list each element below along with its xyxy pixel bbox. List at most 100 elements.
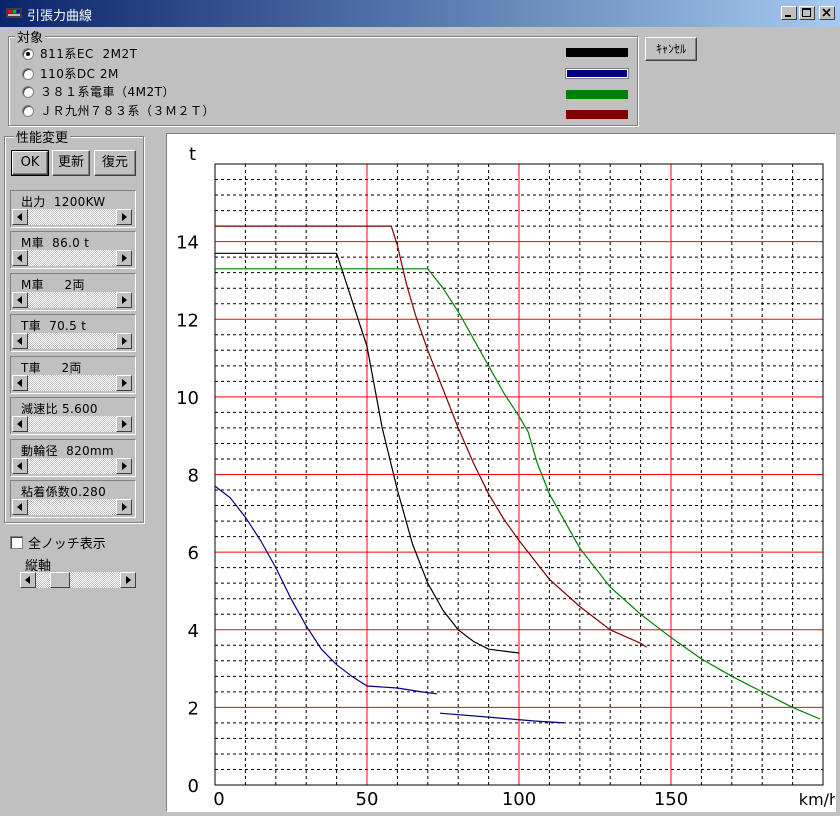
scroll-right-button[interactable] (116, 292, 132, 308)
restore-button[interactable]: 復元 (94, 150, 136, 176)
target-option-783[interactable]: ＪＲ九州７８３系（３Ｍ２Ｔ） (22, 102, 215, 119)
param-box: 出力 1200KW (10, 190, 136, 228)
traction-chart: 0 2 4 6 8 10 12 14 0 50 100 150 t km/h (176, 144, 839, 810)
target-option-110[interactable]: 110系DC 2M (22, 65, 119, 82)
vertical-axis-scrollbar[interactable] (20, 572, 136, 588)
arrow-right-icon (122, 296, 127, 304)
target-option-381[interactable]: ３８１系電車（4M2T） (22, 83, 175, 100)
target-option-811[interactable]: 811系EC 2M2T (22, 45, 137, 62)
param-box: T車 70.5 t (10, 314, 136, 352)
param-scrollbar[interactable] (12, 416, 132, 432)
param-scrollbar[interactable] (12, 375, 132, 391)
all-notch-label: 全ノッチ表示 (28, 537, 106, 552)
scroll-left-button[interactable] (12, 209, 28, 225)
y-tick-label: 2 (188, 698, 199, 719)
arrow-right-icon (122, 213, 127, 221)
scroll-right-button[interactable] (116, 458, 132, 474)
series-swatch-110 (565, 68, 629, 79)
title-bar[interactable]: 引張力曲線 (0, 0, 840, 27)
cancel-button[interactable]: ｷｬﾝｾﾙ (645, 37, 697, 61)
target-option-label: 811系EC 2M2T (40, 47, 138, 61)
ok-button[interactable]: OK (11, 150, 49, 176)
arrow-left-icon (17, 296, 22, 304)
param-scrollbar[interactable] (12, 209, 132, 225)
scroll-left-button[interactable] (12, 458, 28, 474)
x-tick-label: 100 (502, 789, 536, 810)
app-icon (6, 8, 22, 18)
param-scrollbar[interactable] (12, 292, 132, 308)
x-axis-label: km/h (799, 790, 835, 809)
series-line (215, 225, 648, 648)
scroll-right-button[interactable] (116, 416, 132, 432)
target-option-label: ＪＲ九州７８３系（３Ｍ２Ｔ） (40, 104, 216, 118)
arrow-right-icon (122, 254, 127, 262)
param-label: T車 70.5 t (21, 319, 87, 333)
param-label: M車 2両 (21, 278, 85, 292)
arrow-left-icon (17, 254, 22, 262)
arrow-left-icon (17, 213, 22, 221)
radio-icon[interactable] (22, 47, 34, 60)
scroll-right-button[interactable] (116, 333, 132, 349)
target-option-label: 110系DC 2M (40, 67, 119, 81)
scroll-right-button[interactable] (116, 375, 132, 391)
x-tick-label: 0 (213, 789, 224, 810)
param-box: T車 2両 (10, 356, 136, 394)
perf-group-legend: 性能変更 (14, 127, 71, 146)
param-scrollbar[interactable] (12, 333, 132, 349)
scroll-left-button[interactable] (12, 499, 28, 515)
scroll-left-button[interactable] (12, 250, 28, 266)
arrow-left-icon (17, 379, 22, 387)
arrow-left-icon (17, 503, 22, 511)
main-window: 引張力曲線 対象 811系EC 2M2T 110系DC 2M ３８１系電車（4M… (0, 0, 840, 816)
arrow-right-icon (122, 420, 127, 428)
x-tick-label: 150 (654, 789, 688, 810)
scroll-left-button[interactable] (12, 416, 28, 432)
scroll-left-button[interactable] (12, 292, 28, 308)
radio-icon[interactable] (22, 85, 34, 98)
param-label: M車 86.0 t (21, 236, 90, 250)
scroll-left-button[interactable] (12, 375, 28, 391)
x-tick-label: 50 (356, 789, 379, 810)
chart-panel: 0 2 4 6 8 10 12 14 0 50 100 150 t km/h (166, 133, 839, 812)
y-tick-label: 12 (176, 310, 199, 331)
arrow-right-icon (122, 462, 127, 470)
y-tick-label: 14 (176, 233, 199, 254)
minimize-button[interactable] (781, 6, 797, 20)
minimize-icon (785, 15, 791, 17)
radio-icon[interactable] (22, 67, 34, 80)
scroll-right-button[interactable] (116, 499, 132, 515)
y-tick-label: 6 (188, 543, 199, 564)
maximize-icon (802, 8, 811, 17)
scroll-left-button[interactable] (20, 572, 36, 588)
y-tick-label: 4 (188, 621, 199, 642)
series-swatch-811 (566, 48, 628, 57)
param-label: 動輪径 820mm (21, 444, 114, 458)
all-notch-checkbox[interactable] (10, 536, 23, 549)
scroll-left-button[interactable] (12, 333, 28, 349)
scroll-right-button[interactable] (116, 250, 132, 266)
maximize-button[interactable] (799, 6, 815, 20)
arrow-left-icon (25, 576, 30, 584)
param-scrollbar[interactable] (12, 458, 132, 474)
param-scrollbar[interactable] (12, 499, 132, 515)
arrow-right-icon (122, 379, 127, 387)
scroll-right-button[interactable] (116, 209, 132, 225)
window-title: 引張力曲線 (27, 9, 93, 24)
close-button[interactable] (819, 6, 835, 20)
param-box: 粘着係数0.280 (10, 480, 136, 518)
arrow-left-icon (17, 420, 22, 428)
scroll-thumb[interactable] (50, 572, 70, 588)
y-axis-label: t (189, 144, 196, 165)
radio-icon[interactable] (22, 104, 34, 117)
param-label: 減速比 5.600 (21, 402, 98, 416)
param-label: 粘着係数0.280 (21, 485, 107, 499)
arrow-right-icon (122, 337, 127, 345)
target-option-label: ３８１系電車（4M2T） (40, 85, 175, 99)
param-scrollbar[interactable] (12, 250, 132, 266)
param-label: T車 2両 (21, 361, 82, 375)
close-icon (822, 8, 831, 17)
arrow-right-icon (126, 576, 131, 584)
scroll-right-button[interactable] (120, 572, 136, 588)
update-button[interactable]: 更新 (52, 150, 90, 176)
series-swatch-783 (566, 110, 628, 119)
